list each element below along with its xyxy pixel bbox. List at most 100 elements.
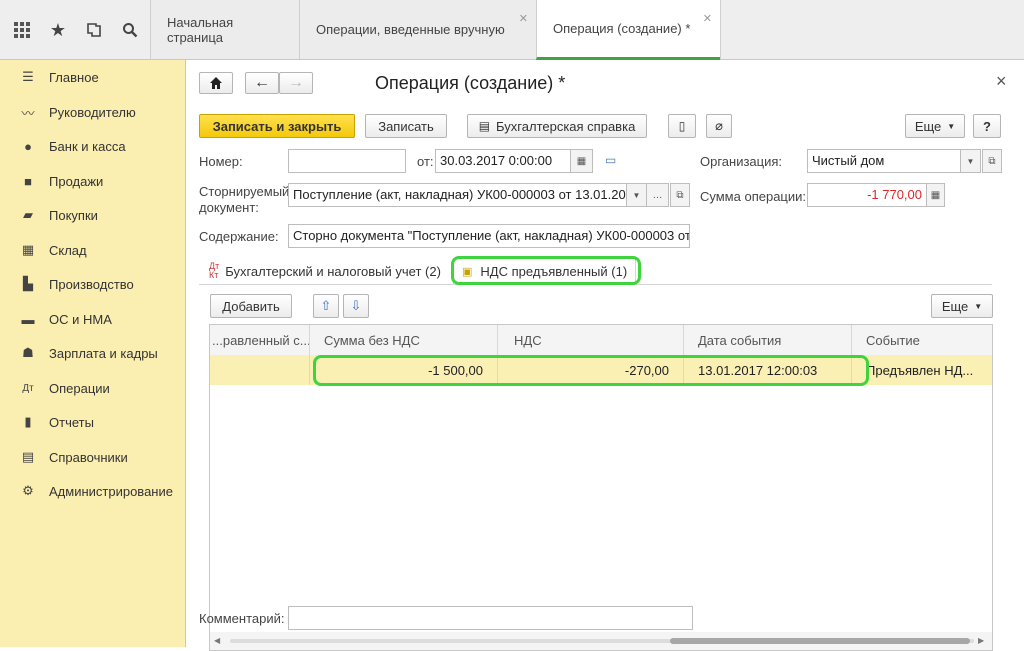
bag-icon: ■	[24, 173, 32, 189]
scroll-right-icon[interactable]: ▶	[978, 636, 984, 645]
sidebar-item-fixed-assets[interactable]: ▬ ОС и НМА	[0, 304, 186, 334]
menu-icon: ☰	[22, 69, 34, 84]
sidebar-item-operations[interactable]: Дт Операции	[0, 373, 186, 403]
sidebar-item-references[interactable]: ▤ Справочники	[0, 442, 186, 472]
number-field[interactable]	[288, 149, 406, 173]
open-icon: ⧉	[676, 189, 684, 201]
debit-credit-icon: Дт Кт	[209, 261, 220, 280]
highlight-row-values	[313, 355, 869, 386]
sidebar: ☰ Главное 〰 Руководителю ● Банк и касса ■ Пр…	[0, 60, 186, 647]
attach-button[interactable]: ⌀	[706, 114, 732, 138]
move-down-button[interactable]: ⇩	[343, 294, 369, 318]
chevron-down-icon: ▼	[974, 301, 983, 311]
table-more-button[interactable]: Еще ▼	[931, 294, 993, 318]
sidebar-item-reports[interactable]: ▮ Отчеты	[0, 407, 186, 437]
page-title: Операция (создание) *	[375, 73, 566, 93]
tab-home[interactable]: Начальная страница	[150, 0, 299, 59]
column-header[interactable]: ...равленный с...	[210, 325, 310, 355]
arrow-up-icon: ⇧	[320, 298, 332, 313]
tab-divider	[720, 0, 721, 59]
people-icon: ☗	[22, 345, 34, 360]
add-button[interactable]: Добавить	[210, 294, 292, 318]
tab-accounting[interactable]: Дт Кт Бухгалтерский и налоговый учет (2)	[201, 258, 449, 284]
org-dropdown-button[interactable]: ▼	[961, 149, 981, 173]
scroll-left-icon[interactable]: ◀	[214, 636, 220, 645]
books-icon: ▤	[21, 449, 35, 464]
close-icon[interactable]: ✕	[519, 12, 528, 25]
history-icon[interactable]	[78, 14, 110, 46]
open-icon: ⧉	[988, 155, 996, 167]
date-label: от:	[417, 154, 434, 169]
cart-icon: ▰	[23, 207, 33, 222]
content-label: Содержание:	[199, 229, 279, 244]
close-icon[interactable]: ✕	[703, 12, 712, 25]
truck-icon: ▬	[21, 311, 35, 327]
sidebar-item-bank[interactable]: ● Банк и касса	[0, 131, 186, 161]
warehouse-icon: ▦	[21, 242, 35, 257]
search-icon[interactable]	[114, 14, 146, 46]
cell-event: Предъявлен НД...	[866, 362, 974, 378]
sidebar-item-purchases[interactable]: ▰ Покупки	[0, 200, 186, 230]
report-button[interactable]: ▤ Бухгалтерская справка	[467, 114, 647, 138]
content-field[interactable]: Сторно документа "Поступление (акт, накл…	[288, 224, 690, 248]
sidebar-item-admin[interactable]: ⚙ Администрирование	[0, 476, 186, 506]
storno-open-button[interactable]: ⧉	[670, 183, 690, 207]
close-form-button[interactable]: ×	[996, 71, 1007, 92]
scroll-thumb[interactable]	[670, 638, 970, 644]
document-button[interactable]: ▯	[668, 114, 696, 138]
operation-form: ← → Операция (создание) * × Записать и з…	[187, 60, 1024, 651]
move-up-button[interactable]: ⇧	[313, 294, 339, 318]
comment-label: Комментарий:	[199, 611, 285, 626]
back-button[interactable]: ←	[245, 72, 279, 94]
column-header[interactable]: Сумма без НДС	[310, 325, 498, 355]
chevron-down-icon: ▼	[947, 121, 956, 131]
storno-select-button[interactable]: …	[647, 183, 669, 207]
comment-field[interactable]	[288, 606, 693, 630]
storno-document-field[interactable]: Поступление (акт, накладная) УК00-000003…	[288, 183, 627, 207]
tab-operation-create[interactable]: Операция (создание) * ✕	[536, 0, 720, 60]
column-header[interactable]: Событие	[852, 325, 992, 355]
calendar-button[interactable]: ▦	[571, 149, 593, 173]
sidebar-item-warehouse[interactable]: ▦ Склад	[0, 235, 186, 265]
save-close-button[interactable]: Записать и закрыть	[199, 114, 355, 138]
date-field[interactable]: 30.03.2017 0:00:00	[435, 149, 571, 173]
storno-label: Сторнируемый документ:	[199, 184, 290, 215]
tab-manual-operations[interactable]: Операции, введенные вручную ✕	[299, 0, 536, 59]
org-open-button[interactable]: ⧉	[982, 149, 1002, 173]
sidebar-item-production[interactable]: ▙ Производство	[0, 269, 186, 299]
calculator-icon: ▦	[930, 189, 941, 201]
horizontal-scrollbar[interactable]: ◀ ▶	[210, 632, 992, 650]
grid-icon[interactable]	[6, 14, 38, 46]
arrow-right-icon: →	[288, 74, 304, 91]
help-button[interactable]: ?	[973, 114, 1001, 138]
star-icon[interactable]: ★	[42, 14, 74, 46]
home-button[interactable]	[199, 72, 233, 94]
calculator-button[interactable]: ▦	[927, 183, 945, 207]
cell-counterparty	[210, 355, 310, 385]
sidebar-item-salary[interactable]: ☗ Зарплата и кадры	[0, 338, 186, 368]
sidebar-item-manager[interactable]: 〰 Руководителю	[0, 97, 186, 127]
sidebar-item-main[interactable]: ☰ Главное	[0, 62, 186, 92]
document-icon: ▯	[678, 119, 686, 133]
gear-icon: ⚙	[22, 483, 34, 498]
debit-credit-icon: Дт	[22, 382, 34, 394]
org-field[interactable]: Чистый дом	[807, 149, 961, 173]
date-note-icon[interactable]: ▭	[605, 153, 616, 167]
column-header[interactable]: НДС	[498, 325, 684, 355]
sum-field[interactable]: -1 770,00	[807, 183, 927, 207]
top-bar: ★ Начальная страница Операции, введенные…	[0, 0, 1024, 60]
sidebar-item-sales[interactable]: ■ Продажи	[0, 166, 186, 196]
column-header[interactable]: Дата события	[684, 325, 852, 355]
printer-icon: ▤	[478, 119, 491, 133]
highlight-vat-tab	[451, 256, 641, 285]
bar-chart-icon: ▮	[24, 414, 32, 429]
more-button[interactable]: Еще ▼	[905, 114, 965, 138]
home-icon	[210, 77, 222, 89]
forward-button[interactable]: →	[279, 72, 313, 94]
coin-icon: ●	[24, 138, 32, 154]
save-button[interactable]: Записать	[365, 114, 447, 138]
paperclip-icon: ⌀	[715, 118, 723, 133]
storno-dropdown-button[interactable]: ▼	[627, 183, 647, 207]
calendar-icon: ▦	[576, 155, 587, 167]
arrow-down-icon: ⇩	[350, 298, 362, 313]
